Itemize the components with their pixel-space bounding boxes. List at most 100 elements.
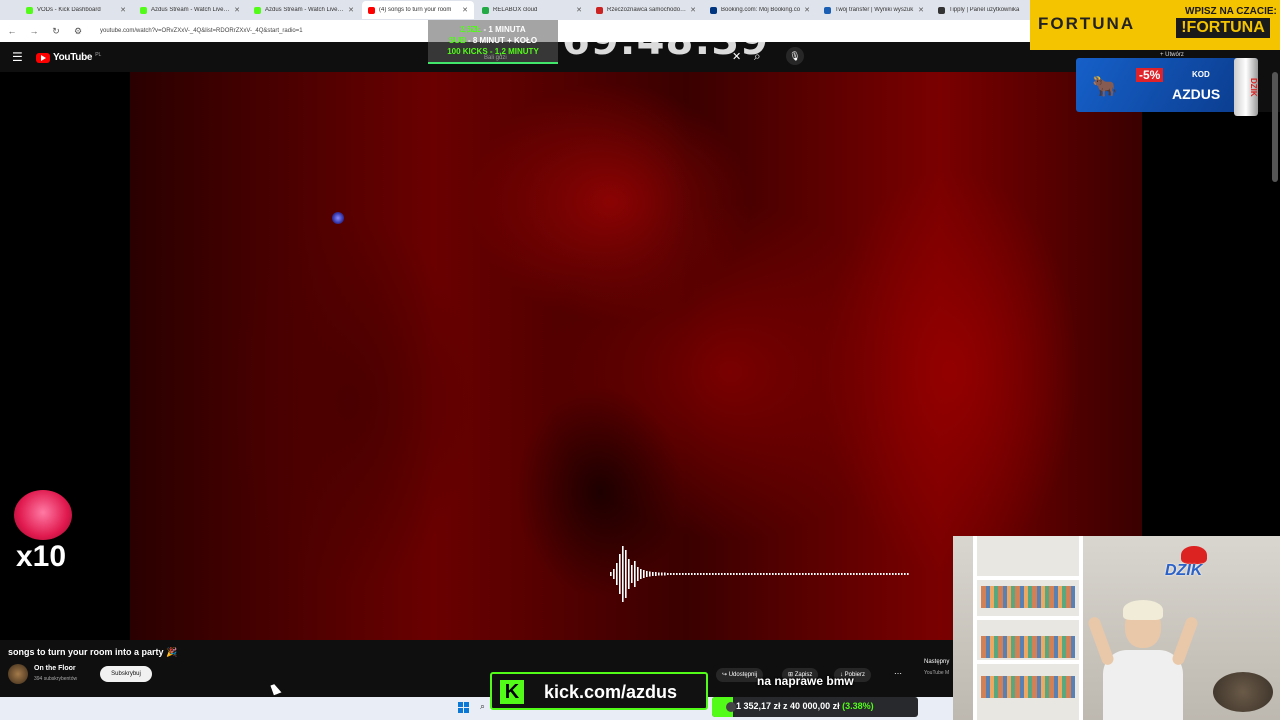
channel-name[interactable]: On the Floor bbox=[34, 665, 76, 672]
close-tab-icon[interactable]: ✕ bbox=[348, 6, 354, 14]
taskbar-search-icon[interactable]: ⌕ bbox=[480, 701, 485, 712]
waveform-bar bbox=[709, 573, 711, 575]
waveform-bar bbox=[841, 573, 843, 575]
screen: VODs - Kick Dashboard ✕ Azdus Stream - Wa… bbox=[0, 0, 1280, 720]
waveform-bar bbox=[715, 573, 717, 575]
waveform-bar bbox=[835, 573, 837, 575]
tab-label: Booking.com: Mój Booking.co bbox=[721, 7, 801, 13]
forward-icon[interactable]: → bbox=[28, 26, 40, 36]
bull-icon: 🐂 bbox=[1092, 76, 1117, 98]
streamer-body bbox=[1103, 650, 1183, 720]
close-tab-icon[interactable]: ✕ bbox=[576, 6, 582, 14]
youtube-favicon-icon bbox=[368, 6, 375, 14]
waveform-bar bbox=[688, 573, 690, 575]
waveform-bar bbox=[799, 573, 801, 575]
browser-tab-active[interactable]: (4) songs to turn your room ✕ bbox=[362, 1, 474, 19]
browser-tab[interactable]: Twój transfer | Wyniki wyszuk ✕ bbox=[818, 1, 930, 19]
waveform-bar bbox=[901, 573, 903, 575]
reload-icon[interactable]: ↻ bbox=[50, 26, 62, 37]
browser-tab[interactable]: Rzeczoznawca samochodowy ✕ bbox=[590, 1, 702, 19]
menu-icon[interactable]: ☰ bbox=[12, 50, 23, 64]
waveform-bar bbox=[658, 572, 660, 576]
goal-amount: 1 352,17 zł z 40 000,00 zł bbox=[736, 701, 840, 711]
waveform-bar bbox=[865, 573, 867, 575]
url-field[interactable]: youtube.com/watch?v=ORvZXxV-_4Q&list=RDO… bbox=[100, 28, 303, 34]
multiplier-text: x10 bbox=[16, 540, 67, 573]
close-tab-icon[interactable]: ✕ bbox=[690, 6, 696, 14]
browser-tab[interactable]: Tipply | Panel użytkownika✕ bbox=[932, 1, 1044, 19]
kick-url-banner: K kick.com/azdus bbox=[490, 672, 708, 710]
mouse-cursor bbox=[270, 682, 282, 696]
waveform-bar bbox=[721, 573, 723, 575]
waveform-bar bbox=[685, 573, 687, 575]
site-favicon-icon bbox=[596, 6, 603, 14]
kick-favicon-icon bbox=[140, 6, 147, 14]
waveform-bar bbox=[787, 573, 789, 575]
close-tab-icon[interactable]: ✕ bbox=[462, 6, 468, 14]
waveform-bar bbox=[832, 573, 834, 575]
close-tab-icon[interactable]: ✕ bbox=[918, 6, 924, 14]
browser-tab[interactable]: Booking.com: Mój Booking.co ✕ bbox=[704, 1, 816, 19]
goal-text: 1 352,17 zł z 40 000,00 zł (3.38%) bbox=[736, 701, 874, 711]
browser-tab[interactable]: RELABOX cloud ✕ bbox=[476, 1, 588, 19]
share-button[interactable]: ↪ Udostępnij bbox=[716, 668, 764, 682]
tipply-favicon-icon bbox=[938, 6, 945, 14]
energy-drink-can: DZIK bbox=[1234, 58, 1258, 116]
shelf-row bbox=[977, 616, 1079, 620]
waveform-bar bbox=[739, 573, 741, 575]
waveform-bar bbox=[736, 573, 738, 575]
youtube-play-icon bbox=[36, 52, 50, 63]
site-favicon-icon bbox=[824, 6, 831, 14]
waveform-bar bbox=[871, 573, 873, 575]
youtube-logo[interactable]: YouTube PL bbox=[36, 52, 101, 63]
dzik-promo-banner: 🐂 -5% KOD AZDUS DZIK bbox=[1076, 58, 1258, 116]
close-tab-icon[interactable]: ✕ bbox=[234, 6, 240, 14]
channel-avatar[interactable] bbox=[8, 664, 28, 684]
waveform-bar bbox=[751, 573, 753, 575]
subathon-line-2-prefix: SUB bbox=[448, 36, 466, 45]
fortuna-banner: FORTUNA WPISZ NA CZACIE: !FORTUNA bbox=[1030, 0, 1280, 50]
waveform-bar bbox=[850, 573, 852, 575]
waveform-bar bbox=[829, 573, 831, 575]
waveform-bar bbox=[646, 571, 648, 577]
booking-favicon-icon bbox=[710, 6, 717, 14]
subscribe-button[interactable]: Subskrybuj bbox=[100, 666, 152, 682]
browser-tab[interactable]: VODs - Kick Dashboard ✕ bbox=[20, 1, 132, 19]
share-label: Udostępnij bbox=[728, 672, 758, 678]
close-tab-icon[interactable]: ✕ bbox=[804, 6, 810, 14]
waveform-bar bbox=[847, 573, 849, 575]
waveform-bar bbox=[769, 573, 771, 575]
waveform-bar bbox=[802, 573, 804, 575]
tab-label: Twój transfer | Wyniki wyszuk bbox=[835, 7, 914, 13]
site-info-icon[interactable]: ⚙ bbox=[72, 26, 84, 37]
tab-label: VODs - Kick Dashboard bbox=[37, 7, 101, 13]
subathon-timer: 69:48:39 bbox=[562, 18, 769, 64]
code-label: KOD bbox=[1192, 70, 1210, 79]
waveform-bar bbox=[724, 573, 726, 575]
browser-tab[interactable]: Azdus Stream - Watch Live on ✕ bbox=[248, 1, 360, 19]
fortuna-logo: FORTUNA bbox=[1038, 14, 1136, 33]
shelf-row bbox=[977, 660, 1079, 664]
scrollbar[interactable] bbox=[1272, 72, 1278, 182]
waveform-bar bbox=[826, 573, 828, 575]
waveform-bar bbox=[664, 572, 666, 576]
streamer bbox=[1086, 600, 1200, 720]
relabox-favicon-icon bbox=[482, 6, 489, 14]
audio-waveform bbox=[610, 546, 909, 602]
close-tab-icon[interactable]: ✕ bbox=[120, 6, 126, 14]
waveform-bar bbox=[811, 573, 813, 575]
windows-start-icon[interactable] bbox=[458, 702, 469, 713]
mic-icon[interactable]: 🎙 bbox=[786, 47, 804, 65]
more-icon[interactable]: ⋯ bbox=[890, 668, 906, 682]
player-right-letterbox bbox=[1142, 112, 1280, 536]
tab-label: (4) songs to turn your room bbox=[379, 7, 452, 13]
streamer-hair bbox=[1123, 600, 1163, 620]
subathon-line-1-prefix: 2,5ZŁ bbox=[460, 25, 482, 34]
waveform-bar bbox=[868, 573, 870, 575]
waveform-bar bbox=[784, 573, 786, 575]
waveform-bar bbox=[682, 573, 684, 575]
browser-tab[interactable]: Azdus Stream - Watch Live on ✕ bbox=[134, 1, 246, 19]
waveform-bar bbox=[877, 573, 879, 575]
back-icon[interactable]: ← bbox=[6, 26, 18, 36]
dzik-logo-text: DZIK bbox=[1165, 562, 1203, 579]
